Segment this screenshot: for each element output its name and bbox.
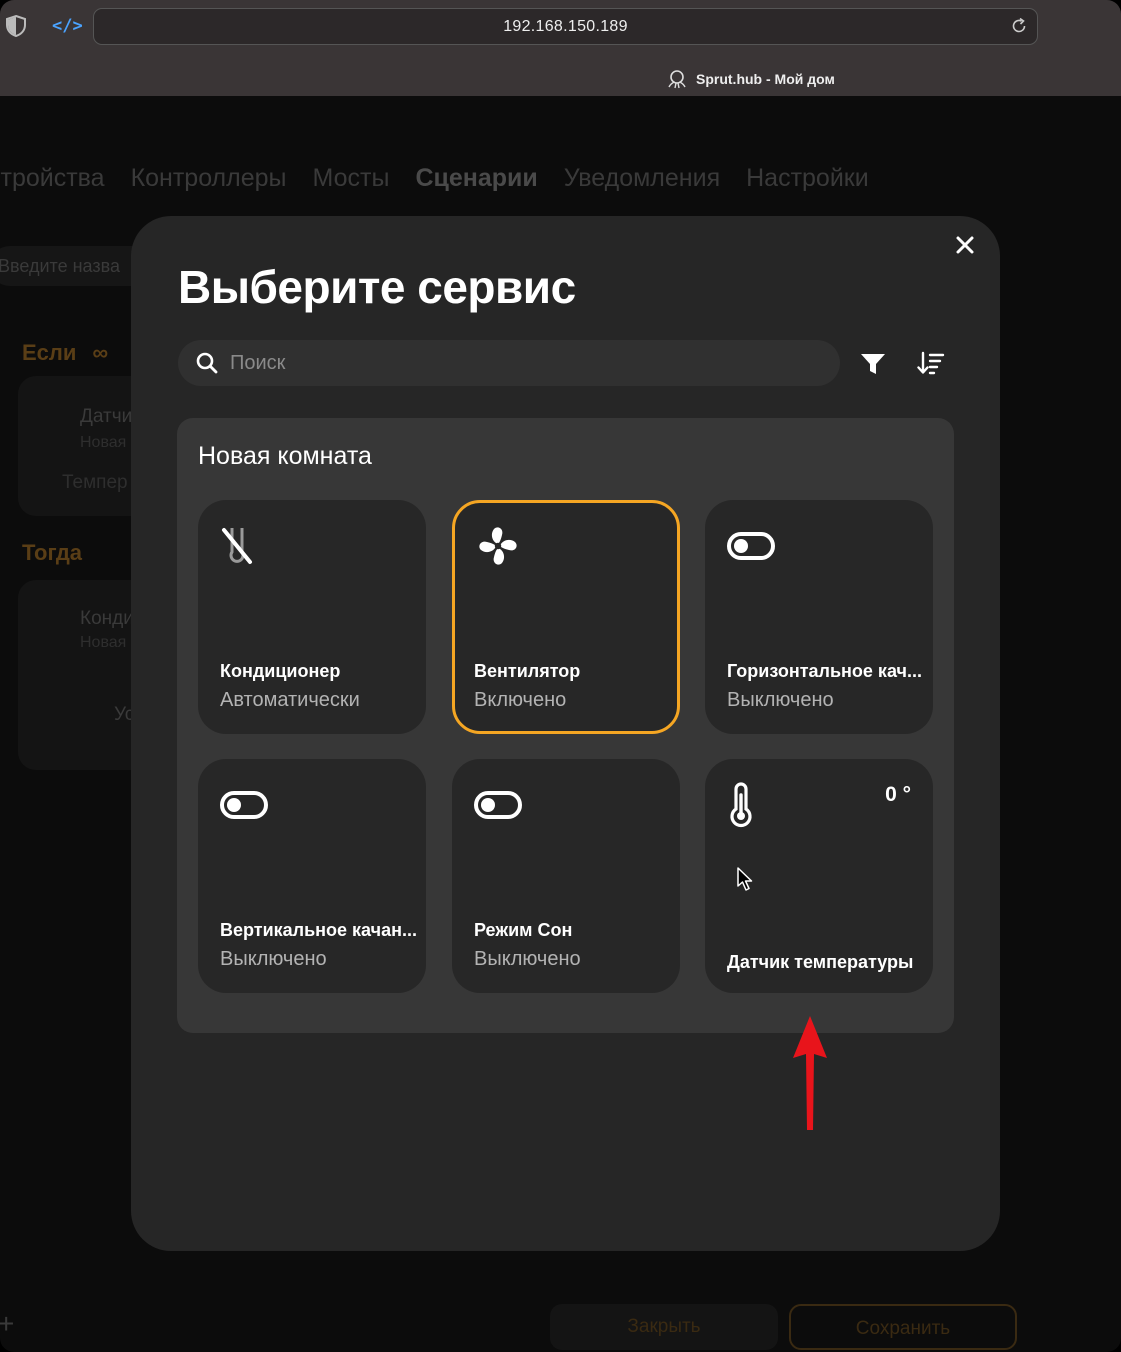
service-state: Выключено (220, 948, 327, 970)
fan-icon (479, 527, 517, 565)
service-state: Выключено (727, 689, 834, 711)
bg-card1-sub: Новая (80, 434, 127, 451)
filter-icon[interactable] (860, 352, 886, 376)
service-name: Горизонтальное кач... (727, 661, 922, 681)
annotation-arrow-icon (793, 1016, 827, 1130)
search-icon (196, 352, 218, 374)
bg-card1-title: Датчи (80, 406, 133, 427)
bg-card2-sub: Новая (80, 634, 127, 651)
nav-controllers: Контроллеры (130, 164, 287, 192)
background-then-label: Тогда (22, 540, 83, 565)
service-name: Кондиционер (220, 661, 341, 681)
service-tile-vertical-swing[interactable]: Вертикальное качан... Выключено (198, 759, 426, 993)
service-tile-fan[interactable]: Вентилятор Включено (452, 500, 680, 734)
infinity-icon: ∞ (92, 340, 109, 365)
service-tile-ac[interactable]: Кондиционер Автоматически (198, 500, 426, 734)
room-title: Новая комната (198, 442, 372, 470)
service-name: Режим Сон (474, 920, 573, 940)
tab-title-text: Sprut.hub - Мой дом (696, 71, 835, 87)
toggle-icon (474, 791, 522, 819)
browser-toolbar: </> 192.168.150.189 Sprut.hub - Мой дом (0, 0, 1121, 96)
background-nav: стройства Контроллеры Мосты Сценарии Уве… (0, 164, 869, 193)
code-icon[interactable]: </> (52, 14, 83, 38)
background-if-label: Если ∞ (22, 340, 108, 366)
nav-devices: стройства (0, 164, 105, 192)
url-text: 192.168.150.189 (503, 18, 628, 35)
modal-title: Выберите сервис (178, 261, 576, 313)
service-state: Включено (474, 689, 567, 711)
service-tile-sleep-mode[interactable]: Режим Сон Выключено (452, 759, 680, 993)
toggle-icon (727, 532, 775, 560)
if-text: Если (22, 340, 77, 365)
temperature-value: 0 ° (885, 783, 911, 806)
thermometer-icon (730, 782, 752, 828)
reload-icon[interactable] (1009, 16, 1029, 36)
shield-icon[interactable] (4, 14, 28, 38)
background-close-button: Закрыть (550, 1304, 778, 1350)
sort-icon[interactable] (917, 350, 945, 376)
ac-off-icon (222, 528, 252, 564)
service-tile-horizontal-swing[interactable]: Горизонтальное кач... Выключено (705, 500, 933, 734)
search-box[interactable] (178, 340, 840, 386)
octopus-icon (668, 70, 686, 89)
search-input[interactable] (230, 340, 820, 386)
nav-settings: Настройки (746, 164, 869, 192)
nav-notifications: Уведомления (563, 164, 721, 192)
nav-scenarios: Сценарии (415, 164, 538, 192)
select-service-modal: Выберите сервис Новая комната Кондиционе… (131, 216, 1000, 1251)
toggle-icon (220, 791, 268, 819)
service-name: Вентилятор (474, 661, 581, 681)
background-save-button: Сохранить (789, 1304, 1017, 1350)
service-state: Выключено (474, 948, 581, 970)
nav-bridges: Мосты (312, 164, 390, 192)
mouse-cursor-icon (737, 867, 753, 891)
bg-card1-extra: Темпер (62, 472, 128, 493)
close-icon[interactable] (954, 234, 976, 256)
browser-tab[interactable]: Sprut.hub - Мой дом (666, 68, 835, 90)
background-add-icon: + (0, 1308, 15, 1339)
room-group: Новая комната Кондиционер Автоматически (177, 418, 954, 1033)
service-state: Автоматически (220, 689, 360, 711)
address-bar[interactable]: 192.168.150.189 (93, 8, 1038, 45)
service-name: Датчик температуры (727, 952, 914, 972)
bg-card2-title: Конди (80, 608, 134, 629)
service-name: Вертикальное качан... (220, 920, 417, 940)
